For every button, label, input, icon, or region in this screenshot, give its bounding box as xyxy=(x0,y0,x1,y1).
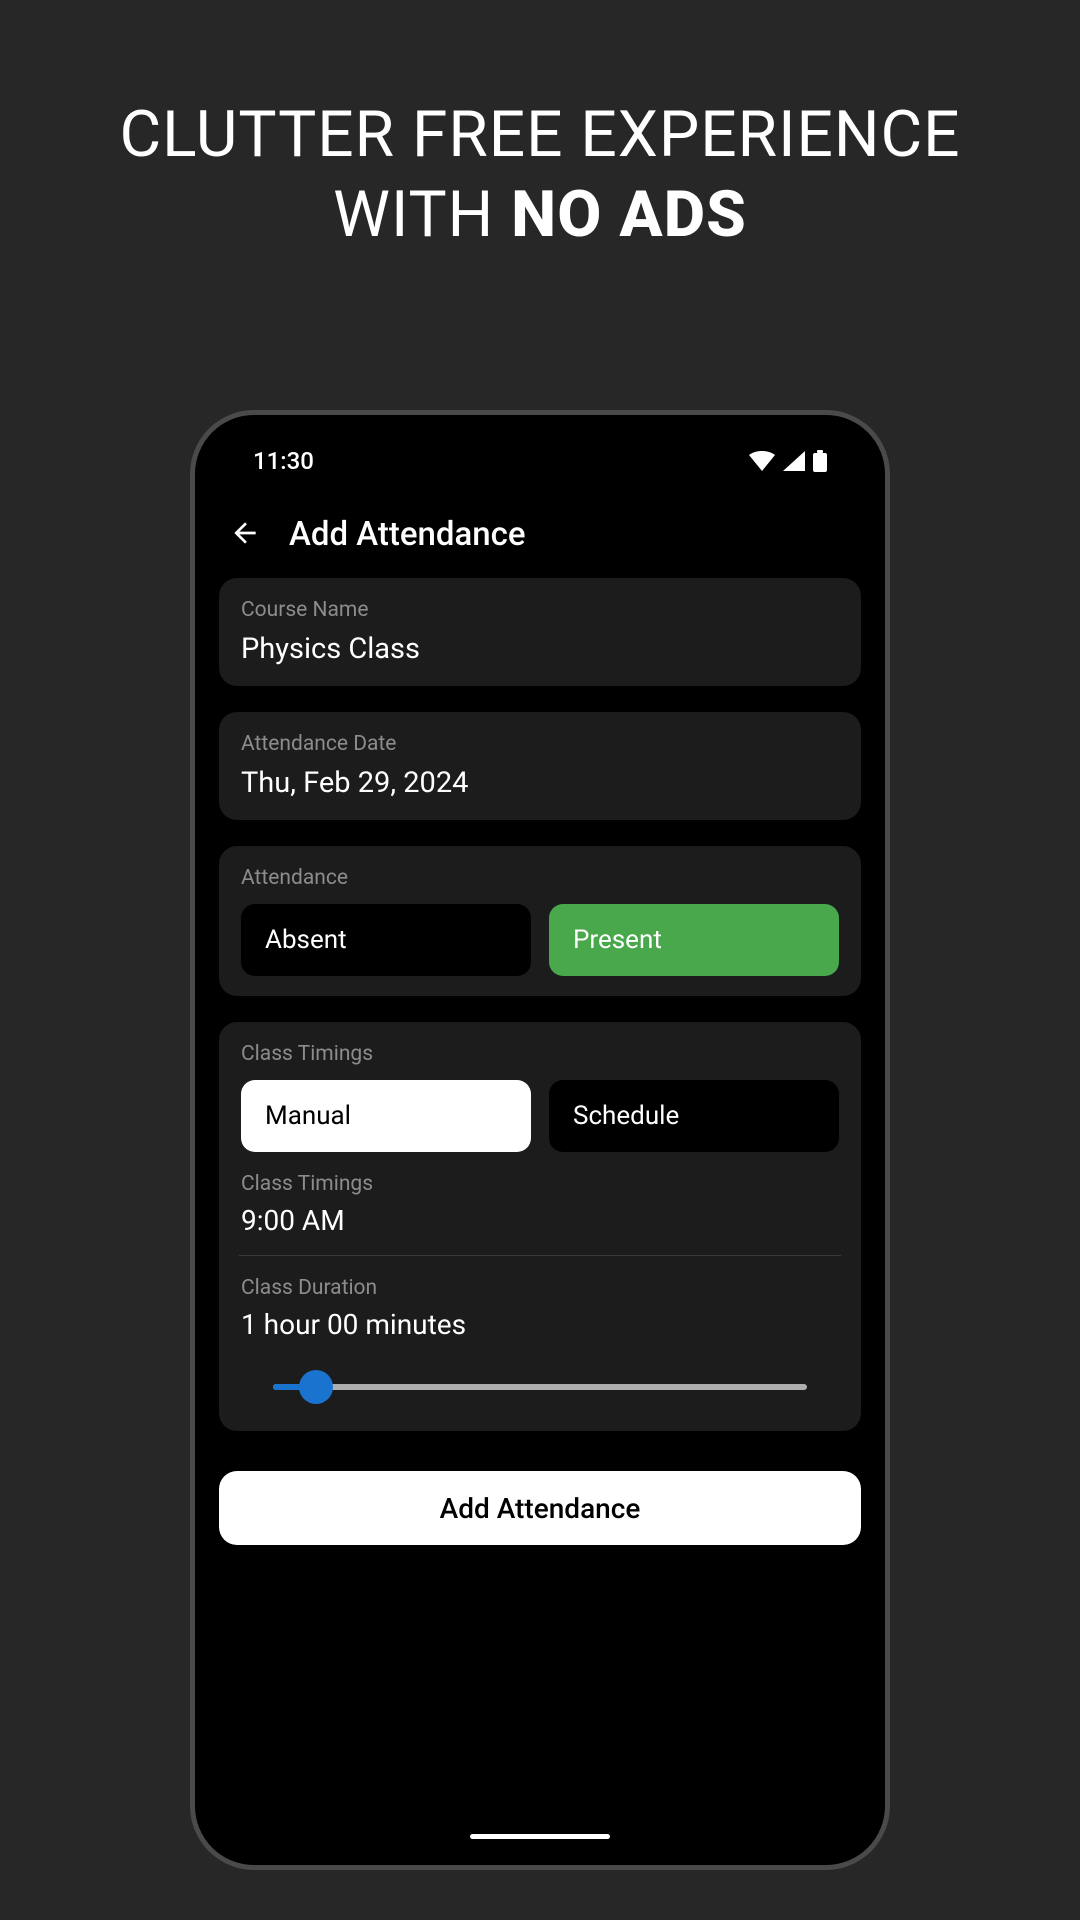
class-timings-value: 9:00 AM xyxy=(241,1204,839,1237)
manual-button[interactable]: Manual xyxy=(241,1080,531,1152)
course-name-label: Course Name xyxy=(241,598,839,622)
add-attendance-button[interactable]: Add Attendance xyxy=(219,1471,861,1545)
status-time: 11:30 xyxy=(253,447,314,475)
class-timings-mode-label: Class Timings xyxy=(241,1042,839,1066)
attendance-date-field[interactable]: Attendance Date Thu, Feb 29, 2024 xyxy=(219,712,861,820)
promo-line-1: CLUTTER FREE EXPERIENCE xyxy=(119,95,960,175)
attendance-label: Attendance xyxy=(241,866,839,890)
timings-mode-toggle-row: Manual Schedule xyxy=(241,1080,839,1152)
class-duration-section: Class Duration 1 hour 00 minutes xyxy=(241,1276,839,1411)
promo-line-2: WITH NO ADS xyxy=(119,175,960,255)
page-title: Add Attendance xyxy=(289,515,526,554)
attendance-toggle-card: Attendance Absent Present xyxy=(219,846,861,996)
slider-track xyxy=(273,1384,807,1390)
present-button[interactable]: Present xyxy=(549,904,839,976)
divider xyxy=(239,1255,841,1256)
schedule-button[interactable]: Schedule xyxy=(549,1080,839,1152)
promo-headline: CLUTTER FREE EXPERIENCE WITH NO ADS xyxy=(119,95,960,255)
status-icons xyxy=(749,450,827,472)
phone-frame: 11:30 Add Attendance Course Name xyxy=(190,410,890,1870)
attendance-date-value: Thu, Feb 29, 2024 xyxy=(241,766,839,800)
app-bar: Add Attendance xyxy=(205,497,875,578)
class-duration-label: Class Duration xyxy=(241,1276,839,1300)
class-timings-field[interactable]: Class Timings 9:00 AM xyxy=(241,1172,839,1237)
course-name-value: Physics Class xyxy=(241,632,839,666)
cellular-icon xyxy=(783,451,805,471)
back-icon[interactable] xyxy=(229,517,261,553)
phone-screen: 11:30 Add Attendance Course Name xyxy=(205,425,875,1855)
duration-slider[interactable] xyxy=(241,1363,839,1411)
class-duration-value: 1 hour 00 minutes xyxy=(241,1308,839,1341)
battery-icon xyxy=(813,450,827,472)
class-timings-label: Class Timings xyxy=(241,1172,839,1196)
class-timings-card: Class Timings Manual Schedule Class Timi… xyxy=(219,1022,861,1431)
form-content: Course Name Physics Class Attendance Dat… xyxy=(205,578,875,1431)
wifi-icon xyxy=(749,451,775,471)
attendance-date-label: Attendance Date xyxy=(241,732,839,756)
slider-thumb[interactable] xyxy=(299,1370,333,1404)
course-name-field[interactable]: Course Name Physics Class xyxy=(219,578,861,686)
status-bar: 11:30 xyxy=(205,425,875,497)
absent-button[interactable]: Absent xyxy=(241,904,531,976)
home-indicator[interactable] xyxy=(470,1834,610,1839)
attendance-toggle-row: Absent Present xyxy=(241,904,839,976)
